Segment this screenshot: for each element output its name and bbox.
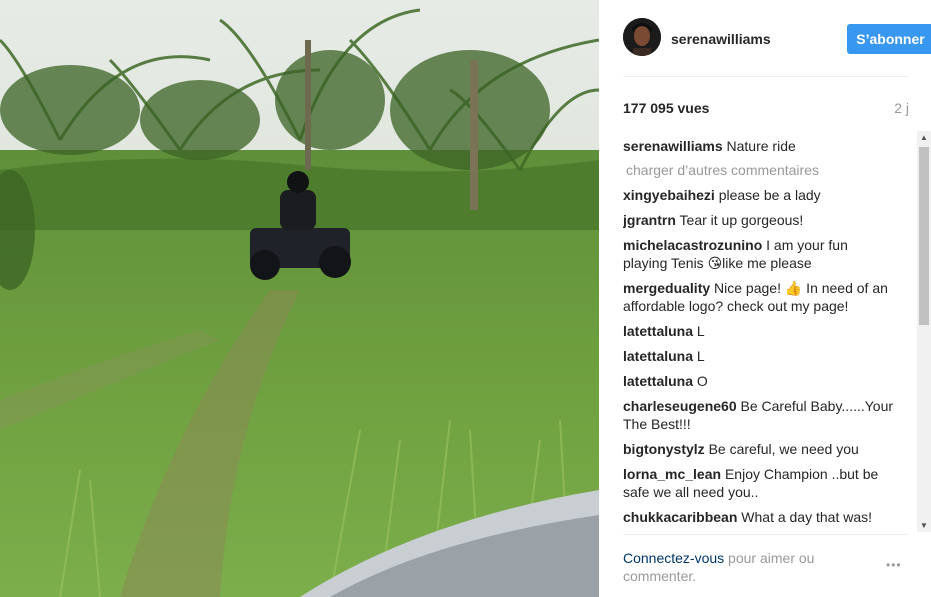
- comment-user[interactable]: chukkacaribbean: [623, 509, 737, 525]
- scroll-up-arrow-icon[interactable]: ▲: [920, 133, 928, 142]
- scrollbar-thumb[interactable]: [919, 147, 929, 325]
- post-header: serenawilliams S’abonner: [623, 18, 931, 60]
- view-count: 177 095 vues: [623, 100, 710, 116]
- comment-text: What a day that was!: [741, 509, 873, 525]
- comment-text: O: [696, 373, 708, 389]
- comment-text: L: [696, 323, 705, 339]
- post-panel: serenawilliams S’abonner 177 095 vues 2 …: [599, 0, 931, 597]
- divider: [623, 534, 909, 535]
- comment-user[interactable]: mergeduality: [623, 280, 710, 296]
- follow-button[interactable]: S’abonner: [847, 24, 931, 54]
- more-options-icon[interactable]: •••: [886, 558, 902, 572]
- comments-scrollbar[interactable]: ▲ ▼: [917, 131, 931, 532]
- comment-text: Tear it up gorgeous!: [679, 212, 804, 228]
- video-frame: [0, 0, 599, 597]
- comment-user[interactable]: latettaluna: [623, 373, 693, 389]
- comment-user[interactable]: michelacastrozunino: [623, 237, 762, 253]
- comment-item: xingyebaihezi please be a lady: [623, 186, 895, 204]
- video-player[interactable]: [0, 0, 599, 597]
- comment-item: bigtonystylz Be careful, we need you: [623, 440, 895, 458]
- scroll-down-arrow-icon[interactable]: ▼: [920, 521, 928, 530]
- comment-user[interactable]: latettaluna: [623, 323, 693, 339]
- comment-user[interactable]: bigtonystylz: [623, 441, 705, 457]
- caption-text: Nature ride: [726, 138, 796, 154]
- post-time[interactable]: 2 j: [894, 100, 909, 116]
- comment-user[interactable]: charleseugene60: [623, 398, 737, 414]
- comment-user[interactable]: latettaluna: [623, 348, 693, 364]
- login-link[interactable]: Connectez-vous: [623, 550, 724, 566]
- comment-item: latettaluna L: [623, 322, 895, 340]
- comment-text: please be a lady: [718, 187, 821, 203]
- comment-user[interactable]: jgrantrn: [623, 212, 676, 228]
- avatar[interactable]: [623, 18, 661, 56]
- comment-item: chukkacaribbean What a day that was!: [623, 508, 895, 526]
- username-link[interactable]: serenawilliams: [671, 31, 771, 47]
- comment-item: lorna_mc_lean Enjoy Champion ..but be sa…: [623, 465, 895, 501]
- caption-user[interactable]: serenawilliams: [623, 138, 723, 154]
- load-more-comments-link[interactable]: charger d’autres commentaires: [623, 162, 895, 178]
- comment-item: latettaluna O: [623, 372, 895, 390]
- comment-text: Be careful, we need you: [708, 441, 859, 457]
- comment-user[interactable]: xingyebaihezi: [623, 187, 715, 203]
- comment-item: jgrantrn Tear it up gorgeous!: [623, 211, 895, 229]
- caption: serenawilliams Nature ride: [623, 137, 895, 155]
- comment-item: mergeduality Nice page! 👍 In need of an …: [623, 279, 895, 315]
- comments-list: serenawilliams Nature ride charger d’aut…: [623, 137, 895, 531]
- divider: [623, 76, 909, 77]
- comment-item: latettaluna L: [623, 347, 895, 365]
- comment-item: michelacastrozunino I am your fun playin…: [623, 236, 895, 272]
- comment-item: charleseugene60 Be Careful Baby......You…: [623, 397, 895, 433]
- login-prompt: Connectez-vous pour aimer ou commenter.: [623, 549, 855, 585]
- comment-user[interactable]: lorna_mc_lean: [623, 466, 721, 482]
- comment-text: L: [696, 348, 705, 364]
